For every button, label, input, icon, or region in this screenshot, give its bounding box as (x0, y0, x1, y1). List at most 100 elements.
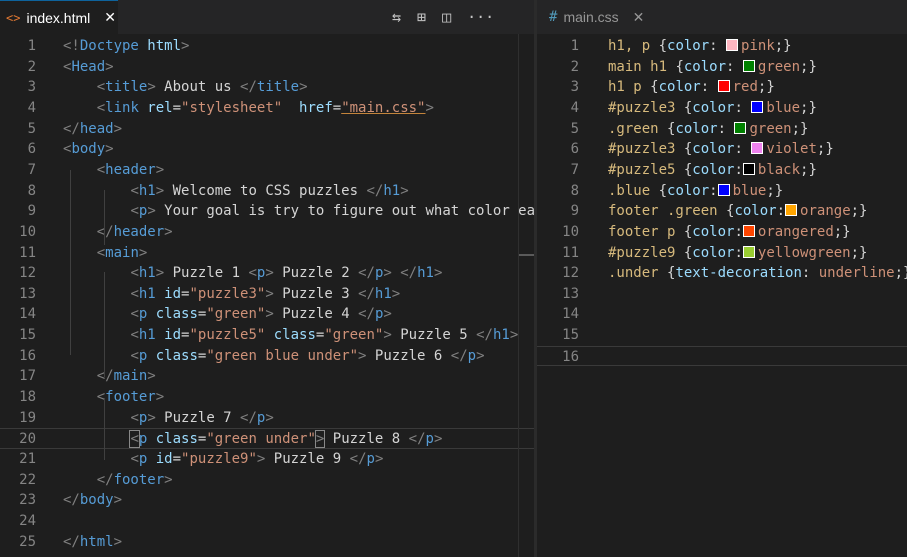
code-line[interactable]: 6 <body> (0, 139, 534, 160)
code-token: < (130, 306, 139, 323)
code-line[interactable]: 4 #puzzle3 {color: blue;} (537, 98, 907, 119)
code-token: > (391, 285, 401, 302)
html-editor[interactable]: 1 <!Doctype html> 2 <Head> 3 <title> About u… (0, 34, 535, 557)
code-token: color (734, 203, 777, 220)
line-number: 9 (570, 203, 579, 220)
code-line[interactable]: 11 <main> (0, 243, 534, 264)
code-line[interactable]: 13 <h1 id="puzzle3"> Puzzle 3 </h1> (0, 284, 534, 305)
code-line[interactable]: 8 <h1> Welcome to CSS puzzles </h1> (0, 181, 534, 202)
code-line[interactable]: 2 <Head> (0, 57, 534, 78)
more-actions-icon[interactable]: ··· (467, 8, 494, 26)
color-swatch-icon[interactable] (717, 183, 730, 196)
code-line[interactable]: 15 <h1 id="puzzle5" class="green"> Puzzl… (0, 325, 534, 346)
color-swatch-icon[interactable] (751, 142, 764, 155)
line-number: 7 (27, 161, 36, 178)
code-token: footer p (608, 223, 684, 240)
code-token: ;} (850, 244, 868, 261)
code-token: color (675, 120, 718, 137)
color-swatch-icon[interactable] (751, 100, 764, 113)
vertical-scrollbar[interactable] (518, 34, 519, 557)
code-line[interactable]: 3 h1 p {color: red;} (537, 77, 907, 98)
color-swatch-icon[interactable] (742, 224, 755, 237)
code-line[interactable]: 15 (537, 325, 907, 346)
color-swatch-icon[interactable] (742, 59, 755, 72)
compare-icon[interactable]: ⇆ (392, 8, 401, 26)
code-line[interactable]: 10 footer p {color: orangered;} (537, 222, 907, 243)
code-line[interactable]: 16 <p class="green blue under"> Puzzle 6… (0, 346, 534, 367)
code-line[interactable]: 2 main h1 {color: green;} (537, 57, 907, 78)
color-swatch-icon[interactable] (717, 80, 730, 93)
code-line[interactable]: 24 (0, 511, 534, 532)
split-editor-icon[interactable]: ◫ (442, 8, 451, 26)
code-line[interactable]: 21 <p id="puzzle9"> Puzzle 9 </p> (0, 449, 534, 470)
code-line[interactable]: 5 .green {color: green;} (537, 119, 907, 140)
preview-icon[interactable]: ⊞ (417, 8, 426, 26)
code-line[interactable]: 19 <p> Puzzle 7 </p> (0, 408, 534, 429)
code-line[interactable]: 25 </html> (0, 532, 534, 553)
code-line[interactable]: 18 <footer> (0, 387, 534, 408)
code-line[interactable]: 16 (537, 345, 907, 367)
code-token: > (164, 223, 173, 240)
code-line[interactable]: 12 .under {text-decoration: underline;} (537, 263, 907, 284)
tab-main-css[interactable]: # main.css ✕ (549, 0, 659, 34)
line-number: 25 (19, 533, 36, 550)
code-line[interactable]: 17 </main> (0, 366, 534, 387)
code-line[interactable]: 20 <p class="green under"> Puzzle 8 </p> (0, 428, 534, 449)
code-token: blue (766, 99, 801, 116)
code-line[interactable]: 9 footer .green {color: orange;} (537, 201, 907, 222)
code-line[interactable]: 3 <title> About us </title> (0, 77, 534, 98)
scrollbar-thumb[interactable] (519, 254, 534, 256)
css-editor[interactable]: 1 h1, p {color: pink;} 2 main h1 {color: gr… (537, 34, 907, 557)
code-token: > (265, 285, 274, 302)
code-token: h1 (374, 285, 392, 302)
color-swatch-icon[interactable] (726, 39, 739, 51)
color-swatch-icon[interactable] (785, 204, 798, 217)
code-line[interactable]: 14 <p class="green"> Puzzle 4 </p> (0, 304, 534, 325)
code-token: "puzzle9" (181, 451, 257, 467)
close-icon[interactable]: ✕ (104, 9, 116, 26)
code-token: { (658, 38, 668, 54)
code-line[interactable]: 22 </footer> (0, 470, 534, 491)
code-line[interactable]: 13 (537, 284, 907, 305)
code-line[interactable]: 10 </header> (0, 222, 534, 243)
code-line[interactable]: 23 </body> (0, 490, 534, 511)
code-line[interactable]: 1 h1, p {color: pink;} (537, 36, 907, 57)
code-line[interactable]: 6 #puzzle3 {color: violet;} (537, 139, 907, 160)
code-token: : (709, 38, 727, 54)
code-line[interactable]: 11 #puzzle9 {color: yellowgreen;} (537, 243, 907, 264)
code-token: </ (240, 79, 257, 96)
indent-guide (104, 398, 105, 460)
code-token: color (692, 99, 735, 116)
code-token: </ (358, 265, 375, 282)
code-token: > (155, 161, 165, 178)
code-token: ;} (800, 58, 817, 75)
code-text: <!Doctype html> (63, 36, 189, 57)
code-line[interactable]: 4 <link rel="stylesheet" href="main.css"… (0, 98, 534, 119)
code-line[interactable]: 7 #puzzle5 {color: black;} (537, 160, 907, 181)
code-token: </ (476, 327, 493, 344)
line-number: 10 (19, 223, 36, 240)
code-line[interactable]: 12 <h1> Puzzle 1 <p> Puzzle 2 </p> </h1> (0, 263, 534, 284)
color-swatch-icon[interactable] (742, 162, 755, 175)
code-line[interactable]: 9 <p> Your goal is try to figure out wha… (0, 201, 535, 222)
code-line[interactable]: 14 (537, 304, 907, 325)
code-line[interactable]: 8 .blue {color: blue;} (537, 181, 907, 202)
line-number: 13 (19, 285, 36, 302)
code-token: < (130, 285, 139, 302)
line-number: 22 (19, 471, 36, 488)
code-line[interactable]: 1 <!Doctype html> (0, 36, 534, 57)
code-token: Puzzle 1 (164, 265, 249, 282)
line-number: 2 (570, 58, 579, 75)
color-swatch-icon[interactable] (742, 245, 755, 258)
code-line[interactable]: 5 </head> (0, 119, 534, 140)
code-token: h1 (383, 182, 401, 199)
color-swatch-icon[interactable] (734, 121, 747, 134)
close-icon[interactable]: ✕ (633, 9, 645, 26)
tab-index-html[interactable]: <> index.html ✕ (0, 0, 118, 34)
code-token: : (801, 265, 819, 282)
code-text: h1 p {color: red;} (608, 77, 775, 98)
line-number: 20 (19, 431, 36, 448)
code-line[interactable]: 7 <header> (0, 160, 534, 181)
code-token: h1 p (608, 79, 651, 96)
